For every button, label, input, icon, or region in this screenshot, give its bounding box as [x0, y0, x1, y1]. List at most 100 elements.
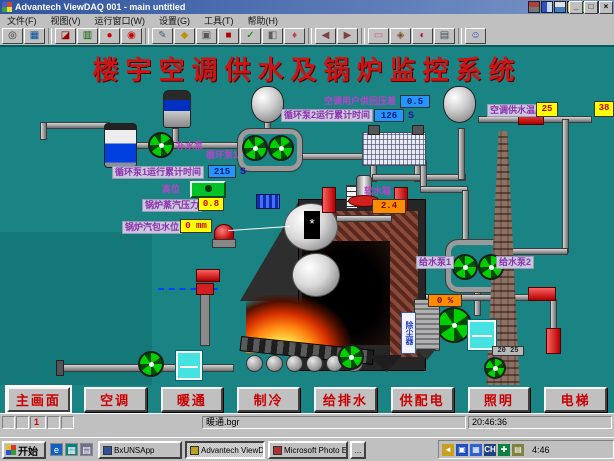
- band-icon-2[interactable]: [541, 1, 553, 13]
- close-button[interactable]: ×: [599, 1, 613, 14]
- watchdog-icon[interactable]: ◈: [390, 28, 411, 44]
- tag-icon[interactable]: ◧: [262, 28, 283, 44]
- circulation-pump1-fan: [242, 135, 268, 161]
- supply-temp-value: 25: [536, 102, 558, 117]
- pressure-diff-label: 空调用户供回压差: [324, 96, 396, 107]
- level-sensor-base: [212, 239, 236, 248]
- pipe: [562, 119, 569, 253]
- menu-settings[interactable]: 设置(G): [152, 14, 197, 27]
- antivirus-tray-icon[interactable]: ✚: [498, 444, 510, 456]
- forward-icon[interactable]: ▶: [337, 28, 358, 44]
- start-button[interactable]: 开始: [2, 441, 46, 459]
- circulation-pump2-fan: [268, 135, 294, 161]
- pipe: [462, 190, 469, 244]
- nav-main-screen[interactable]: 主画面: [7, 387, 70, 412]
- boiler: *: [240, 197, 424, 377]
- menu-run-window[interactable]: 运行窗口(W): [88, 14, 153, 27]
- desktop-quicklaunch-icon[interactable]: ▦: [65, 443, 78, 456]
- scheduler-tray-icon[interactable]: ▦: [470, 444, 482, 456]
- windows-logo-icon: [6, 445, 16, 455]
- makeup-water-tank: [104, 123, 137, 168]
- blower-fan: [138, 351, 164, 377]
- clock: 20:46:36: [468, 416, 612, 429]
- marker-icon[interactable]: ♦: [284, 28, 305, 44]
- chart-icon[interactable]: ▥: [77, 28, 98, 44]
- alarm-log-icon[interactable]: ◉: [121, 28, 142, 44]
- alarm-icon[interactable]: ●: [99, 28, 120, 44]
- task-bxunsapp[interactable]: BxUNSApp: [98, 441, 182, 459]
- nav-refrigeration[interactable]: 制冷: [237, 387, 300, 412]
- user-icon[interactable]: ☺: [465, 28, 486, 44]
- band-icon-3[interactable]: [554, 1, 566, 13]
- tray-clock[interactable]: 4:46: [532, 445, 550, 455]
- circ-pump1-label: 循环泵1: [206, 150, 238, 161]
- back-icon[interactable]: ◀: [315, 28, 336, 44]
- pipe-flange: [56, 360, 64, 376]
- pipe: [550, 299, 557, 331]
- menu-view[interactable]: 视图(V): [44, 14, 88, 27]
- title-bar[interactable]: Advantech ViewDAQ 001 - main untitled: [0, 0, 614, 14]
- coal-chute: [200, 292, 210, 346]
- menu-help[interactable]: 帮助(H): [241, 14, 286, 27]
- high-level-label: 高位: [162, 184, 180, 195]
- camera-icon[interactable]: ▣: [196, 28, 217, 44]
- nav-air-conditioning[interactable]: 空调: [84, 387, 147, 412]
- band-icon-1[interactable]: [528, 1, 540, 13]
- key-icon[interactable]: ◆: [174, 28, 195, 44]
- input-method-icon[interactable]: CH: [484, 444, 496, 456]
- trend-icon[interactable]: ◪: [55, 28, 76, 44]
- switch-icon[interactable]: ■: [218, 28, 239, 44]
- pump1-runtime-value: 215: [208, 165, 236, 178]
- maximize-button[interactable]: □: [584, 1, 598, 14]
- zoom-icon[interactable]: ◎: [2, 28, 23, 44]
- task-overflow-button[interactable]: ...: [350, 441, 366, 459]
- nav-power-supply[interactable]: 供配电: [391, 387, 454, 412]
- application-window: Advantech ViewDAQ 001 - main untitled _ …: [0, 0, 614, 461]
- feed-pump1-label: 给水泵1: [416, 256, 454, 269]
- monitor-tray-icon[interactable]: ▣: [456, 444, 468, 456]
- feed-pump2-label: 给水泵2: [496, 256, 534, 269]
- nav-lighting[interactable]: 照明: [468, 387, 531, 412]
- current-file: 暖通.bgr: [202, 416, 466, 429]
- media-icon[interactable]: ▤: [434, 28, 455, 44]
- nav-hvac[interactable]: 暖通: [161, 387, 224, 412]
- system-tray: ◄ ▣ ▦ CH ✚ ▤ 4:46: [438, 440, 614, 459]
- red-valve: [528, 287, 556, 301]
- boiler-steam-pipe: [336, 215, 392, 222]
- steam-drum-lower: [292, 253, 340, 297]
- pipe: [512, 248, 568, 255]
- page-number: 1: [30, 416, 46, 429]
- mimic-diagram: 楼宇空调供水及锅炉监控系统: [0, 45, 614, 413]
- pen-icon[interactable]: ✎: [152, 28, 173, 44]
- menu-tools[interactable]: 工具(T): [197, 14, 241, 27]
- pressure-diff-value: 0.5: [400, 95, 430, 108]
- confirm-icon[interactable]: ✓: [240, 28, 261, 44]
- nav-elevator[interactable]: 电梯: [544, 387, 607, 412]
- task-photo-editor[interactable]: Microsoft Photo Editor: [268, 441, 348, 459]
- drum-level-value: 0 mm: [180, 219, 212, 233]
- blue-pump: [256, 194, 280, 209]
- task-viewdaq[interactable]: Advantech ViewDAQ 001: [185, 441, 265, 459]
- ie-quicklaunch-icon[interactable]: e: [50, 443, 63, 456]
- heat-exchanger: [362, 132, 426, 166]
- eraser-icon[interactable]: ▭: [368, 28, 389, 44]
- volume-icon[interactable]: ◄: [442, 444, 454, 456]
- navigation-bar: 主画面 空调 暖通 制冷 给排水 供配电 照明 电梯: [0, 385, 614, 413]
- soft-tank-value: 2.4: [372, 199, 406, 214]
- paint-icon[interactable]: ◐: [412, 28, 433, 44]
- network-tray-icon[interactable]: ▤: [512, 444, 524, 456]
- display-icon[interactable]: ▦: [24, 28, 45, 44]
- page-title: 楼宇空调供水及锅炉监控系统: [40, 50, 574, 87]
- minimize-button[interactable]: _: [569, 1, 583, 14]
- outlook-quicklaunch-icon[interactable]: ▤: [80, 443, 93, 456]
- safety-valve: [322, 187, 336, 213]
- pipe: [300, 153, 370, 160]
- expansion-tank-right: [443, 86, 476, 123]
- nav-water-drainage[interactable]: 给排水: [314, 387, 377, 412]
- toolbar: ◎ ▦ ◪ ▥ ● ◉ ✎ ◆ ▣ ■ ✓ ◧ ♦ ◀ ▶ ▭ ◈ ◐ ▤ ☺: [0, 27, 614, 45]
- damper-box: [176, 351, 202, 380]
- corner-temp-value: 38: [594, 101, 614, 117]
- menu-file[interactable]: 文件(F): [0, 14, 44, 27]
- pressure-tank: [163, 90, 191, 128]
- pump2-runtime-unit: S: [408, 110, 414, 120]
